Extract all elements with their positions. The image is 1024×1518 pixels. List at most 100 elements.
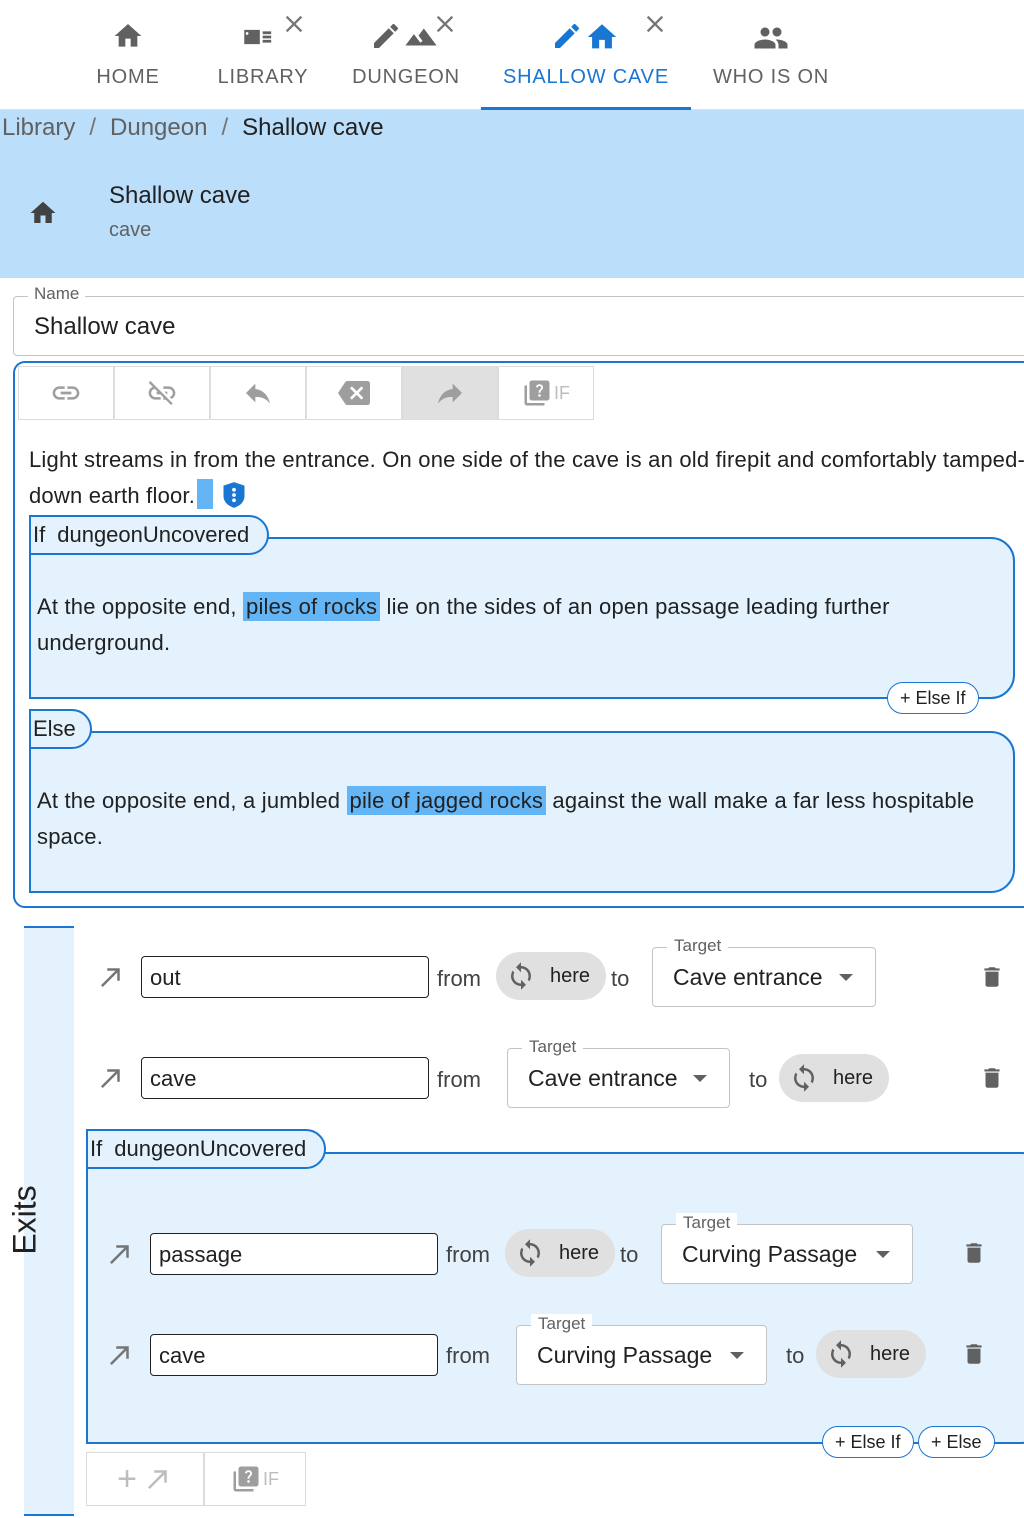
tab-dungeon[interactable]: DUNGEON <box>340 0 472 110</box>
exit-name-input[interactable]: out <box>141 956 429 998</box>
delete-icon[interactable] <box>979 1063 1005 1093</box>
add-exit-button[interactable]: + <box>86 1452 204 1506</box>
target-value: Cave entrance <box>528 1065 678 1091</box>
tab-library[interactable]: LIBRARY <box>200 0 326 110</box>
home-icon <box>30 201 56 223</box>
condition-name: dungeonUncovered <box>57 522 250 547</box>
target-value: Curving Passage <box>682 1241 858 1267</box>
to-label: to <box>786 1343 805 1368</box>
page-header: Library / Dungeon / Shallow cave Shallow… <box>0 110 1024 278</box>
tab-home[interactable]: HOME <box>58 0 198 110</box>
sync-icon <box>520 1239 540 1267</box>
dropdown-caret-icon <box>730 1352 744 1359</box>
if-block-text[interactable]: At the opposite end, piles of rocks lie … <box>37 589 997 661</box>
sync-icon <box>511 962 531 990</box>
target-select[interactable]: Target Curving Passage <box>661 1213 913 1284</box>
tab-bar: HOME LIBRARY DUNGEON SHALLOW CAVE WHO IS… <box>0 0 1024 110</box>
editor-toolbar: IF <box>18 366 594 420</box>
dropdown-caret-icon <box>839 974 853 981</box>
exit-name-input[interactable]: cave <box>150 1334 438 1376</box>
target-select[interactable]: Target Cave entrance <box>652 936 876 1007</box>
tab-who-is-on[interactable]: WHO IS ON <box>700 0 842 110</box>
redo-icon <box>438 383 462 404</box>
to-label: to <box>620 1242 639 1267</box>
else-tag: Else <box>29 709 92 749</box>
exit-arrow-icon <box>101 968 120 987</box>
name-field[interactable]: Name Shallow cave <box>13 284 1024 356</box>
link-button[interactable] <box>18 366 114 420</box>
name-field-value[interactable]: Shallow cave <box>34 313 175 341</box>
more-options-icon[interactable] <box>221 481 247 509</box>
exit-arrow-icon <box>110 1245 129 1264</box>
plus-label: + <box>117 1459 137 1498</box>
description-intro[interactable]: Light streams in from the entrance. On o… <box>29 442 1024 514</box>
here-chip[interactable]: here <box>496 952 607 1000</box>
add-conditional-button[interactable]: IF <box>498 366 594 420</box>
breadcrumb-library[interactable]: Library <box>2 114 75 142</box>
home-icon <box>587 24 617 49</box>
target-label: Target <box>676 1213 738 1233</box>
conditional-icon <box>233 1466 259 1492</box>
exit-name-input[interactable]: passage <box>150 1233 438 1275</box>
text-cursor <box>197 479 214 509</box>
backspace-icon <box>338 381 370 405</box>
from-label: from <box>437 1067 481 1092</box>
home-icon <box>114 24 142 47</box>
add-else-if-button[interactable]: + Else If <box>822 1426 914 1458</box>
people-icon <box>754 27 788 49</box>
text: At the opposite end, a jumbled <box>37 788 341 813</box>
unlink-icon <box>148 381 176 405</box>
here-label: here <box>550 964 591 987</box>
if-condition-tag[interactable]: If dungeonUncovered <box>29 515 270 555</box>
here-label: here <box>559 1241 600 1264</box>
here-chip[interactable]: here <box>505 1229 616 1277</box>
from-label: from <box>437 966 481 991</box>
link-icon <box>52 386 80 400</box>
target-label: Target <box>531 1314 593 1334</box>
to-label: to <box>611 966 630 991</box>
exits-if-condition-tag[interactable]: If dungeonUncovered <box>86 1129 327 1169</box>
from-label: from <box>446 1242 490 1267</box>
delete-icon[interactable] <box>961 1238 987 1268</box>
text: At the opposite end, <box>37 594 237 619</box>
add-else-if-button[interactable]: + Else If <box>887 682 979 714</box>
close-icon[interactable] <box>431 10 459 38</box>
target-label: Target <box>667 936 729 956</box>
delete-icon[interactable] <box>961 1339 987 1369</box>
close-icon[interactable] <box>641 10 669 38</box>
tab-label: HOME <box>96 66 160 88</box>
delete-icon[interactable] <box>979 962 1005 992</box>
source-select[interactable]: Target Curving Passage <box>516 1314 767 1385</box>
target-value: Curving Passage <box>537 1342 713 1368</box>
sync-icon <box>794 1064 814 1092</box>
tab-shallow-cave[interactable]: SHALLOW CAVE <box>481 0 691 110</box>
here-chip[interactable]: here <box>816 1330 927 1378</box>
here-chip[interactable]: here <box>779 1054 890 1102</box>
page-subtitle: cave <box>109 219 152 241</box>
pencil-icon <box>555 23 579 48</box>
tab-label: LIBRARY <box>217 66 309 88</box>
item-link[interactable]: piles of rocks <box>243 592 381 621</box>
add-else-button[interactable]: + Else <box>918 1426 995 1458</box>
if-label: IF <box>263 1468 279 1489</box>
tab-label: SHALLOW CAVE <box>503 66 669 88</box>
close-icon[interactable] <box>280 10 308 38</box>
backspace-button[interactable] <box>306 366 402 420</box>
exits-label: Exits <box>6 1185 43 1255</box>
source-select[interactable]: Target Cave entrance <box>507 1037 730 1108</box>
breadcrumb-current: Shallow cave <box>242 114 384 141</box>
breadcrumb: Library / Dungeon / Shallow cave <box>2 114 384 142</box>
description-editor[interactable]: IF Light streams in from the entrance. O… <box>13 361 1024 908</box>
here-label: here <box>870 1342 911 1365</box>
redo-button[interactable] <box>402 366 498 420</box>
target-label: Target <box>522 1037 584 1057</box>
undo-button[interactable] <box>210 366 306 420</box>
here-label: here <box>833 1066 874 1089</box>
undo-icon <box>246 383 270 404</box>
add-conditional-exit-button[interactable]: IF <box>204 1452 306 1506</box>
item-link[interactable]: pile of jagged rocks <box>346 786 547 815</box>
else-block-text[interactable]: At the opposite end, a jumbled pile of j… <box>37 783 997 855</box>
unlink-button[interactable] <box>114 366 210 420</box>
exit-name-input[interactable]: cave <box>141 1057 429 1099</box>
breadcrumb-dungeon[interactable]: Dungeon <box>110 114 207 142</box>
